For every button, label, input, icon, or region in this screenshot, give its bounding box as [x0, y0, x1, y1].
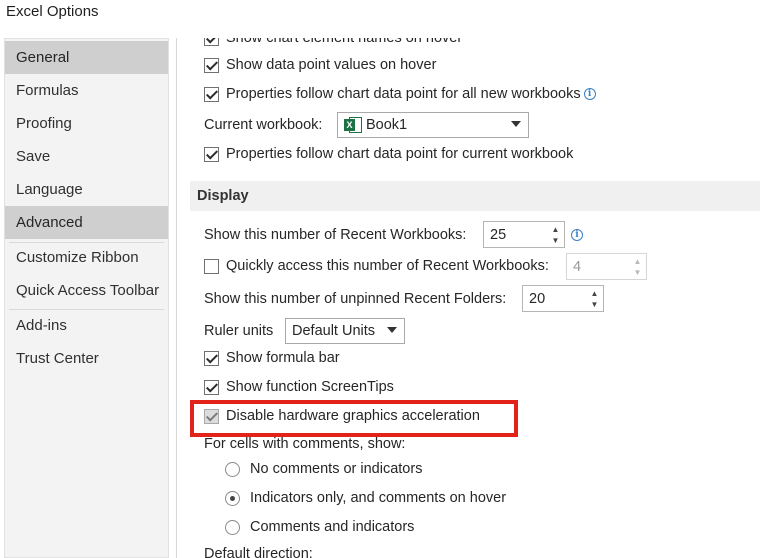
sidebar-item-general[interactable]: General	[5, 41, 168, 74]
radio-indicators-label: Indicators only, and comments on hover	[250, 490, 507, 506]
spin-arrows-icon[interactable]: ▲ ▼	[547, 222, 564, 247]
show-element-names-checkbox[interactable]	[204, 38, 219, 46]
quick-access-spinner[interactable]: 4 ▲ ▼	[566, 253, 647, 280]
default-direction-row: Default direction:	[204, 546, 313, 558]
unpinned-folders-label: Show this number of unpinned Recent Fold…	[204, 291, 507, 307]
recent-workbooks-row: Show this number of Recent Workbooks:	[204, 227, 466, 243]
chevron-down-icon	[387, 327, 397, 333]
sidebar-item-advanced[interactable]: Advanced	[5, 206, 168, 239]
screentips-label: Show function ScreenTips	[226, 379, 394, 395]
advanced-options-panel: Show chart element names on hover Show d…	[177, 38, 760, 558]
formula-bar-row[interactable]: Show formula bar	[204, 350, 340, 366]
ruler-units-row: Ruler units	[204, 323, 273, 339]
radio-both[interactable]	[225, 519, 240, 535]
recent-workbooks-label: Show this number of Recent Workbooks:	[204, 227, 467, 243]
radio-both-label: Comments and indicators	[250, 519, 415, 535]
sidebar-item-quick-access-toolbar[interactable]: Quick Access Toolbar	[5, 274, 168, 307]
show-values-label: Show data point values on hover	[226, 57, 437, 73]
comments-label: For cells with comments, show:	[204, 436, 406, 452]
ruler-units-select[interactable]: Default Units	[285, 318, 405, 344]
chevron-down-icon	[511, 121, 521, 127]
quick-access-label: Quickly access this number of Recent Wor…	[226, 258, 549, 274]
default-direction-label: Default direction:	[204, 546, 313, 558]
info-icon: i	[571, 229, 583, 241]
spin-arrows-icon[interactable]: ▲ ▼	[629, 254, 646, 279]
sidebar-item-trust-center[interactable]: Trust Center	[5, 342, 168, 375]
sidebar-item-formulas[interactable]: Formulas	[5, 74, 168, 107]
ruler-units-label: Ruler units	[204, 323, 274, 339]
props-current-label: Properties follow chart data point for c…	[226, 146, 574, 162]
spin-arrows-icon[interactable]: ▲ ▼	[586, 286, 603, 311]
show-values-checkbox[interactable]	[204, 57, 219, 73]
formula-bar-checkbox[interactable]	[204, 350, 219, 366]
props-current-row[interactable]: Properties follow chart data point for c…	[204, 146, 573, 162]
props-current-checkbox[interactable]	[204, 146, 219, 162]
window-title: Excel Options	[6, 3, 99, 20]
options-sidebar: General Formulas Proofing Save Language …	[4, 38, 169, 558]
excel-workbook-icon: X	[344, 116, 362, 134]
quick-access-row[interactable]: Quickly access this number of Recent Wor…	[204, 258, 549, 274]
recent-workbooks-value[interactable]: 25	[484, 227, 547, 243]
radio-none-row[interactable]: No comments or indicators	[225, 461, 422, 477]
props-all-label: Properties follow chart data point for a…	[226, 86, 581, 102]
radio-indicators[interactable]	[225, 490, 240, 506]
unpinned-folders-row: Show this number of unpinned Recent Fold…	[204, 291, 506, 307]
show-element-names-label: Show chart element names on hover	[226, 38, 463, 46]
ruler-units-value: Default Units	[292, 323, 376, 339]
screentips-row[interactable]: Show function ScreenTips	[204, 379, 394, 395]
title-bar: Excel Options	[0, 0, 760, 34]
quick-access-value[interactable]: 4	[567, 259, 629, 275]
display-section-header: Display	[190, 181, 760, 211]
radio-both-row[interactable]: Comments and indicators	[225, 519, 414, 535]
sidebar-item-save[interactable]: Save	[5, 140, 168, 173]
formula-bar-label: Show formula bar	[226, 350, 340, 366]
current-workbook-label: Current workbook:	[204, 117, 323, 133]
radio-none-label: No comments or indicators	[250, 461, 423, 477]
current-workbook-value: Book1	[366, 117, 408, 133]
sidebar-item-language[interactable]: Language	[5, 173, 168, 206]
highlight-box	[190, 400, 518, 437]
show-values-row[interactable]: Show data point values on hover	[204, 57, 436, 73]
sidebar-item-proofing[interactable]: Proofing	[5, 107, 168, 140]
quick-access-checkbox[interactable]	[204, 258, 219, 274]
radio-indicators-row[interactable]: Indicators only, and comments on hover	[225, 490, 506, 506]
unpinned-folders-spinner[interactable]: 20 ▲ ▼	[522, 285, 604, 312]
screentips-checkbox[interactable]	[204, 379, 219, 395]
props-all-checkbox[interactable]	[204, 86, 219, 102]
props-all-row[interactable]: Properties follow chart data point for a…	[204, 86, 596, 102]
current-workbook-select[interactable]: X Book1	[337, 112, 529, 138]
current-workbook-row: Current workbook:	[204, 117, 322, 133]
comments-label-row: For cells with comments, show:	[204, 436, 405, 452]
sidebar-item-customize-ribbon[interactable]: Customize Ribbon	[5, 241, 168, 274]
unpinned-folders-value[interactable]: 20	[523, 291, 586, 307]
radio-none[interactable]	[225, 461, 240, 477]
recent-workbooks-spinner[interactable]: 25 ▲ ▼	[483, 221, 565, 248]
sidebar-item-add-ins[interactable]: Add-ins	[5, 309, 168, 342]
info-icon: i	[583, 88, 596, 100]
show-element-names-row[interactable]: Show chart element names on hover	[204, 38, 462, 46]
